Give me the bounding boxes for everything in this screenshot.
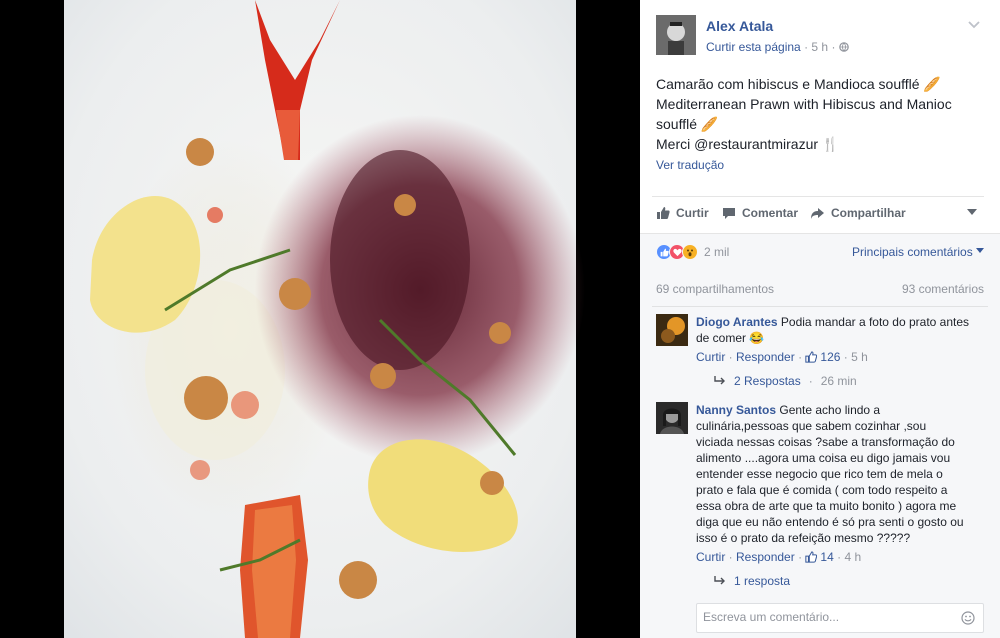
comment-text: viciada nessas coisas ?sabe a transforma… [696, 435, 955, 449]
comment-author[interactable]: Diogo Arantes [696, 315, 778, 329]
thumbs-up-icon [657, 207, 670, 219]
emoji-icon[interactable] [961, 611, 975, 625]
wow-icon [682, 244, 698, 260]
comment-input[interactable] [703, 610, 953, 624]
replies-count: 2 Respostas [734, 374, 801, 388]
comment-sort-label: Principais comentários [852, 245, 973, 259]
divider [652, 306, 988, 307]
comment-text: de comer 😂 [696, 331, 765, 345]
comment-body: Nanny Santos Gente acho lindo a culinári… [696, 402, 986, 546]
post-time[interactable]: 5 h [811, 40, 828, 54]
comment-reply-link[interactable]: Responder [736, 550, 795, 564]
replies-time: 26 min [820, 374, 857, 388]
comment-sort-dropdown[interactable]: Principais comentários [852, 245, 985, 259]
comment-label: Comentar [742, 206, 799, 220]
see-translation-link[interactable]: Ver tradução [656, 158, 724, 172]
post-author[interactable]: Alex Atala [706, 18, 773, 34]
reactions-and-comments: 2 mil Principais comentários 69 comparti… [640, 233, 1000, 638]
comment-actions: Curtir · Responder · 14 · 4 h [696, 550, 861, 564]
comment-like-count: 14 [820, 550, 834, 564]
post-text-line: Mediterranean Prawn with Hibiscus and Ma… [656, 96, 952, 112]
comment-time[interactable]: 4 h [844, 550, 861, 564]
comment-time[interactable]: 5 h [851, 350, 868, 364]
like-label: Curtir [676, 206, 709, 220]
comment-reply-link[interactable]: Responder [736, 350, 795, 364]
view-replies-link[interactable]: 1 resposta [714, 574, 790, 588]
comment-text: culinária,pessoas que sabem cozinhar ,so… [696, 419, 927, 433]
comment-composer[interactable] [696, 603, 984, 633]
meta-dot-2: · [831, 40, 839, 54]
comment-text: Gente acho lindo a [779, 403, 881, 417]
reactions-summary[interactable]: 2 mil [656, 244, 729, 260]
post-meta: Curtir esta página · 5 h · [706, 40, 849, 54]
avatar-icon [656, 15, 696, 55]
reply-arrow-icon [714, 576, 725, 585]
comment-author[interactable]: Nanny Santos [696, 403, 776, 417]
comments-count[interactable]: 93 comentários [902, 282, 984, 296]
replies-count: 1 resposta [734, 574, 791, 588]
dot: · [725, 550, 737, 564]
share-arrow-icon [811, 207, 824, 219]
commenter-avatar[interactable] [656, 402, 688, 434]
author-avatar[interactable] [656, 15, 696, 55]
post-text-line: Merci @restaurantmirazur 🍴 [656, 136, 840, 152]
dot: · [794, 350, 806, 364]
comment-text: entender esse negocio que rico tem de me… [696, 467, 943, 481]
comment-like-link[interactable]: Curtir [696, 350, 725, 364]
comment-text: diga que eu não entendo é só pra senti o… [696, 515, 964, 529]
comment-text: isso é o prato da refeição mesmo ????? [696, 531, 911, 545]
like-button[interactable]: Curtir [656, 206, 709, 220]
dish-photo [64, 0, 585, 638]
post-action-bar: Curtir Comentar Compartilhar [652, 196, 984, 230]
caret-down-icon [976, 248, 985, 253]
comment-like-count: 126 [820, 350, 841, 364]
dot: · [725, 350, 737, 364]
thumbs-up-icon [805, 551, 818, 563]
dot: · [833, 550, 845, 564]
dot: · [794, 550, 806, 564]
comment-text: Podia mandar a foto do prato antes [780, 315, 970, 329]
comment-bubble-icon [723, 207, 735, 219]
comment-text: essa obra de arte que ta muito bonito ) … [696, 499, 957, 513]
comment-likes[interactable]: 126 [805, 350, 840, 364]
post-message: Camarão com hibiscus e Mandioca soufflé … [656, 74, 986, 154]
comment-like-link[interactable]: Curtir [696, 550, 725, 564]
share-options-chevron-down-icon[interactable] [966, 206, 978, 220]
view-replies-link[interactable]: 2 Respostas · 26 min [714, 374, 857, 388]
dot: · [840, 350, 852, 364]
comment-likes[interactable]: 14 [805, 550, 834, 564]
like-page-link[interactable]: Curtir esta página [706, 40, 801, 54]
post-panel: Alex Atala Curtir esta página · 5 h · Ca… [640, 0, 1000, 638]
post-photo[interactable] [0, 0, 640, 638]
reply-arrow-icon [714, 376, 725, 385]
comment-button[interactable]: Comentar [722, 206, 798, 220]
post-text-line: Camarão com hibiscus e Mandioca soufflé … [656, 76, 941, 92]
share-label: Compartilhar [831, 206, 906, 220]
commenter-avatar[interactable] [656, 314, 688, 346]
comment-actions: Curtir · Responder · 126 · 5 h [696, 350, 868, 364]
comment-text: alimento ....agora uma coisa eu digo jam… [696, 451, 951, 465]
share-button[interactable]: Compartilhar [810, 206, 906, 220]
post-text-line: soufflé 🥖 [656, 116, 719, 132]
comment-text: prato e fala que é comida ( com todo res… [696, 483, 948, 497]
post-options-chevron-down-icon[interactable] [967, 19, 981, 31]
thumbs-up-icon [805, 351, 818, 363]
reactions-count: 2 mil [704, 245, 730, 259]
comment-body: Diogo Arantes Podia mandar a foto do pra… [696, 314, 986, 346]
dot: · [808, 374, 813, 388]
shares-count[interactable]: 69 compartilhamentos [656, 282, 774, 296]
globe-icon [838, 42, 849, 52]
